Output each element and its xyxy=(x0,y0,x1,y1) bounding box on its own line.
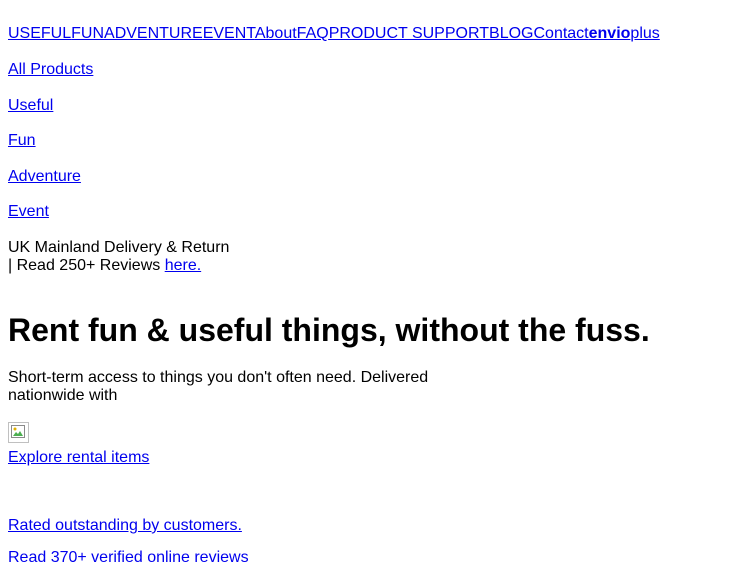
delivery-text: UK Mainland Delivery & Return xyxy=(8,239,230,256)
verified-reviews-link[interactable]: Read 370+ verified online reviews xyxy=(8,549,249,563)
delivery-banner: UK Mainland Delivery & Return | Read 250… xyxy=(8,239,229,275)
image-placeholder-icon xyxy=(11,425,25,438)
nav-link-adventure[interactable]: ADVENTURE xyxy=(104,25,203,42)
page: USEFULFUNADVENTUREEVENTAboutFAQPRODUCT S… xyxy=(0,0,750,563)
envio-plus-text: plus xyxy=(630,25,660,42)
nav-link-faq[interactable]: FAQ xyxy=(297,25,329,42)
category-link-useful[interactable]: Useful xyxy=(8,97,53,115)
top-navigation: USEFULFUNADVENTUREEVENTAboutFAQPRODUCT S… xyxy=(8,25,660,43)
rated-outstanding-link[interactable]: Rated outstanding by customers. xyxy=(8,517,242,535)
category-link-fun[interactable]: Fun xyxy=(8,132,36,150)
nav-link-event[interactable]: EVENT xyxy=(203,25,255,42)
explore-rental-items-link[interactable]: Explore rental items xyxy=(8,449,149,467)
nav-link-blog[interactable]: BLOG xyxy=(489,25,533,42)
hero-title: Rent fun & useful things, without the fu… xyxy=(8,312,650,348)
category-link-all-products[interactable]: All Products xyxy=(8,61,93,79)
nav-link-product-support[interactable]: PRODUCT SUPPORT xyxy=(329,25,489,42)
nav-link-about[interactable]: About xyxy=(255,25,297,42)
nav-link-envioplus[interactable]: envioplus xyxy=(589,25,660,42)
broken-image-icon xyxy=(8,422,29,443)
reviews-here-link[interactable]: here. xyxy=(165,257,201,274)
category-link-adventure[interactable]: Adventure xyxy=(8,168,81,186)
nav-link-fun[interactable]: FUN xyxy=(71,25,104,42)
envio-bold-text: envio xyxy=(588,25,631,42)
reviews-text: | Read 250+ Reviews xyxy=(8,257,165,274)
reviews-line: | Read 250+ Reviews here. xyxy=(8,257,229,275)
nav-link-useful[interactable]: USEFUL xyxy=(8,25,71,42)
hero-subtitle: Short-term access to things you don't of… xyxy=(8,369,429,404)
category-link-event[interactable]: Event xyxy=(8,203,49,221)
nav-link-contact[interactable]: Contact xyxy=(533,25,588,42)
